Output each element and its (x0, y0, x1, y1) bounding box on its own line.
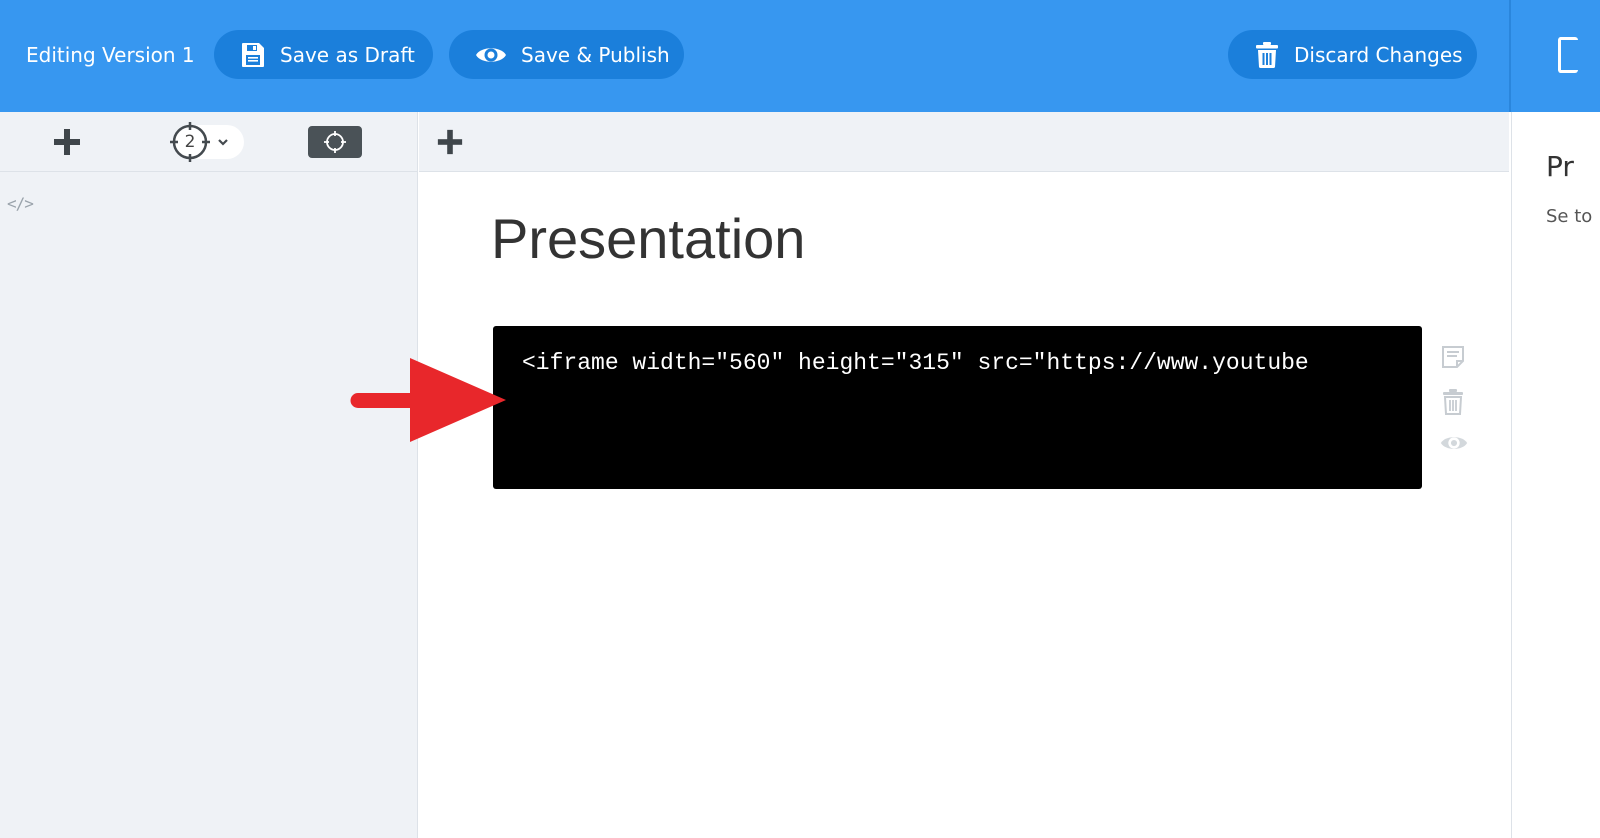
right-panel-description: Se to (1546, 206, 1593, 227)
html-element-tag[interactable]: </> (7, 194, 34, 213)
version-label: Editing Version 1 (26, 43, 195, 67)
discard-changes-button[interactable]: Discard Changes (1228, 30, 1477, 79)
topbar-divider (1509, 0, 1511, 112)
save-and-publish-label: Save & Publish (521, 42, 670, 67)
eye-icon (1440, 437, 1468, 449)
plus-icon (437, 129, 463, 155)
page-title[interactable]: Presentation (491, 206, 805, 272)
save-and-publish-button[interactable]: Save & Publish (449, 30, 684, 79)
floppy-disk-icon (240, 42, 266, 68)
main-toolbar (419, 112, 1509, 172)
code-block-text: <iframe width="560" height="315" src="ht… (522, 350, 1309, 376)
trash-icon (1255, 41, 1279, 69)
eye-icon (475, 44, 507, 66)
top-bar: Editing Version 1 Save as Draft Save & P… (0, 0, 1600, 112)
add-block-button[interactable] (436, 128, 466, 158)
left-sidebar: 2 </> (0, 112, 418, 838)
block-note-button[interactable] (1440, 344, 1466, 370)
right-panel-title: Pr (1546, 150, 1574, 183)
plus-icon (54, 129, 80, 155)
block-preview-button[interactable] (1440, 432, 1468, 458)
target-count: 2 (184, 132, 196, 152)
trash-icon (1443, 389, 1463, 415)
right-panel: Pr Se to (1511, 112, 1600, 838)
save-as-draft-button[interactable]: Save as Draft (214, 30, 433, 79)
crosshair-icon (324, 131, 346, 153)
html-code-block[interactable]: <iframe width="560" height="315" src="ht… (493, 326, 1422, 489)
sidebar-toolbar: 2 (0, 112, 418, 172)
target-toggle-button[interactable] (308, 126, 362, 158)
add-element-button[interactable] (52, 127, 82, 157)
block-delete-button[interactable] (1440, 388, 1466, 415)
note-icon (1442, 346, 1464, 368)
panel-toggle-icon[interactable] (1558, 37, 1578, 73)
red-arrow-icon (350, 358, 506, 442)
chevron-down-icon (218, 139, 228, 146)
save-as-draft-label: Save as Draft (280, 42, 415, 67)
target-selector-button[interactable]: 2 (168, 121, 244, 163)
discard-changes-label: Discard Changes (1294, 42, 1463, 67)
